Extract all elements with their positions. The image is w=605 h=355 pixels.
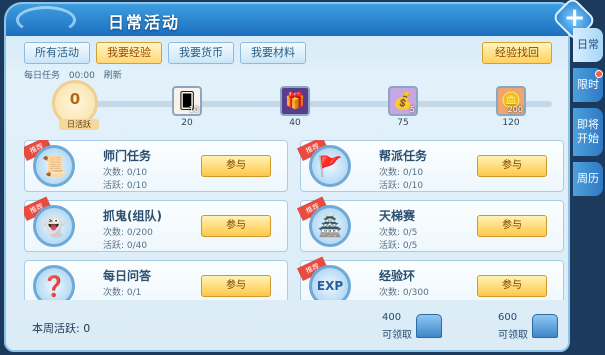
pagoda-icon: 🏯 [309,205,351,247]
chest-threshold: 600 [498,312,518,323]
weekly-activity-label: 本周活跃: [32,322,80,335]
activity-name: 师门任务 [103,149,152,163]
side-tabs: 日常 限时 即将开始 周历 [573,28,603,202]
activity-name: 抓鬼(组队) [103,209,162,223]
milestone-value: 40 [289,118,301,128]
activity-count: 次数: 0/200 [103,228,153,238]
banner-icon: 🚩 [309,145,351,187]
milestone-value: 75 [397,118,409,128]
weekly-chest-400[interactable]: 400 可领取 [382,310,442,350]
chest-claim-label: 可领取 [382,330,412,341]
weekly-activity: 本周活跃: 0 [32,320,90,336]
coin-icon: 🪙 200 [496,86,526,116]
activity-card: 推荐 🚩 帮派任务 次数: 0/10 活跃: 0/10 参与 [296,140,564,192]
activity-count: 次数: 0/1 [103,288,142,298]
activity-window: 日常活动 所有活动 我要经验 我要货币 我要材料 经验找回 每日任务 00:00… [4,2,570,352]
activity-name: 帮派任务 [379,149,428,163]
tab-all-activities[interactable]: 所有活动 [24,42,90,64]
activity-active: 活跃: 0/10 [379,181,424,191]
scroll-icon: 📜 [33,145,75,187]
chest-icon [416,314,442,338]
daily-activity-value: 0 [69,90,81,108]
exp-recover-button[interactable]: 经验找回 [482,42,552,64]
activity-card: ❓ 每日问答 次数: 0/1 参与 [24,260,288,300]
activity-count: 次数: 0/10 [103,168,148,178]
side-tab-upcoming[interactable]: 即将开始 [573,108,603,156]
activity-card: 推荐 📜 师门任务 次数: 0/10 活跃: 0/10 参与 [24,140,288,192]
activity-card: 推荐 EXP 经验环 次数: 0/300 参与 [296,256,564,300]
milestone-value: 20 [181,118,193,128]
activity-count: 次数: 0/10 [379,168,424,178]
join-button[interactable]: 参与 [201,275,271,297]
side-tab-daily[interactable]: 日常 [573,28,603,62]
activity-card: 推荐 👻 抓鬼(组队) 次数: 0/200 活跃: 0/40 参与 [24,196,288,252]
reward-count: 5 [409,105,415,114]
join-button[interactable]: 参与 [477,155,547,177]
join-button[interactable]: 参与 [477,215,547,237]
milestone-75[interactable]: 💰 5 75 [386,86,420,128]
join-button[interactable]: 参与 [201,215,271,237]
activity-active: 活跃: 0/10 [103,181,148,191]
milestone-120[interactable]: 🪙 200 120 [494,86,528,128]
reward-count: 200 [507,105,523,114]
activity-name: 经验环 [379,269,416,283]
activity-active: 活跃: 0/40 [103,241,148,251]
chest-claim-label: 可领取 [498,330,528,341]
activity-card: 推荐 🏯 天梯赛 次数: 0/5 活跃: 0/5 参与 [296,196,564,252]
reward-count: 10 [188,105,199,114]
activity-name: 天梯赛 [379,209,416,223]
window-title: 日常活动 [108,13,181,32]
chest-icon [532,314,558,338]
gift-box-icon: 🎁 [280,86,310,116]
weekly-activity-value: 0 [83,322,91,335]
ghost-gourd-icon: 👻 [33,205,75,247]
daily-activity-circle: 0 日活跃 [52,80,99,130]
tab-currency[interactable]: 我要货币 [168,42,234,64]
join-button[interactable]: 参与 [201,155,271,177]
exp-icon: EXP [309,265,351,300]
notification-dot [595,70,603,78]
activity-tabs: 所有活动 我要经验 我要货币 我要材料 [24,42,306,64]
close-icon: + [563,3,586,34]
tab-materials[interactable]: 我要材料 [240,42,306,64]
join-button[interactable]: 参与 [477,275,547,297]
card-icon: 🂠 10 [172,86,202,116]
milestone-40[interactable]: 🎁 40 [278,86,312,128]
title-bar: 日常活动 [6,4,568,36]
activity-count: 次数: 0/300 [379,288,429,298]
tab-experience[interactable]: 我要经验 [96,42,162,64]
side-tab-calendar[interactable]: 周历 [573,162,603,196]
activity-name: 每日问答 [103,269,152,283]
progress-track [92,101,552,107]
activity-active: 活跃: 0/5 [379,241,418,251]
milestone-20[interactable]: 🂠 10 20 [170,86,204,128]
quiz-icon: ❓ [33,265,75,300]
activity-list: 推荐 📜 师门任务 次数: 0/10 活跃: 0/10 参与 推荐 🚩 帮派任务… [24,140,566,300]
cloud-emblem-icon [16,6,76,34]
activity-progress: 0 日活跃 🂠 10 20 🎁 40 💰 5 75 🪙 200 120 [52,80,557,132]
gold-pouch-icon: 💰 5 [388,86,418,116]
weekly-chest-600[interactable]: 600 可领取 [498,310,558,350]
activity-count: 次数: 0/5 [379,228,418,238]
daily-activity-label: 日活跃 [59,119,99,130]
chest-threshold: 400 [382,312,402,323]
milestone-value: 120 [502,118,520,128]
